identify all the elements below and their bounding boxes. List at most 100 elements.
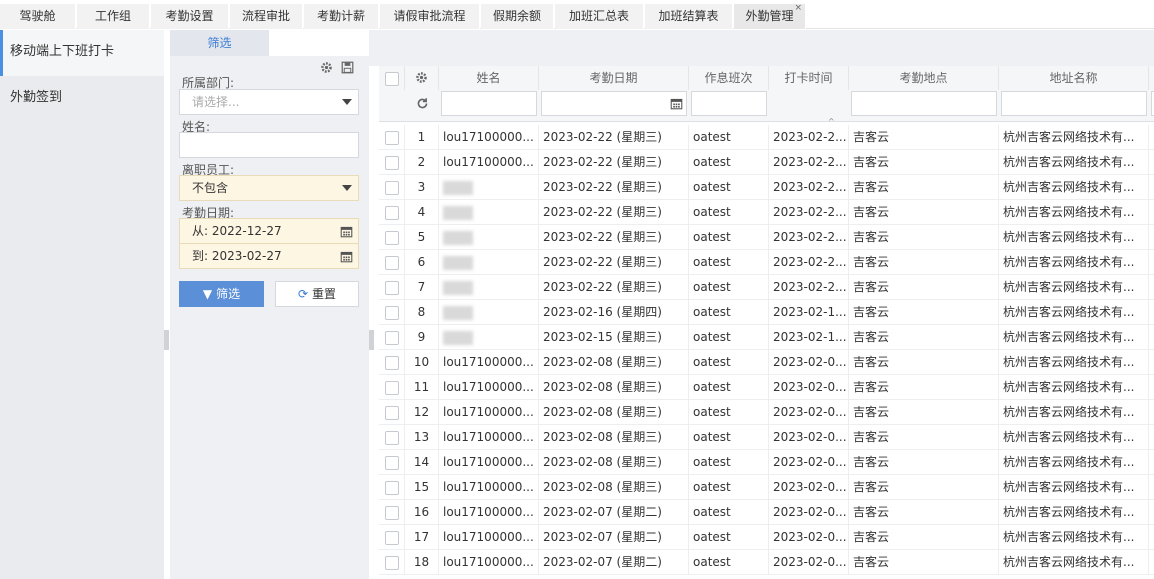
- table-row[interactable]: 7 2023-02-22 (星期三) oatest 2023-02-2... 吉客云 杭州…: [379, 275, 1154, 300]
- table-row[interactable]: 17 lou17100000... 2023-02-07 (星期二) oatest 20…: [379, 525, 1154, 550]
- resigned-select[interactable]: 不包含: [179, 175, 359, 201]
- row-select[interactable]: [379, 300, 405, 325]
- filter-button[interactable]: ▼ 筛选: [179, 281, 264, 307]
- table-row[interactable]: 14 lou17100000... 2023-02-08 (星期三) oatest 20…: [379, 450, 1154, 475]
- close-icon[interactable]: ×: [794, 0, 802, 21]
- row-select[interactable]: [379, 400, 405, 425]
- sidebar-collapse-handle[interactable]: [164, 330, 169, 350]
- table-row[interactable]: 5 2023-02-22 (星期三) oatest 2023-02-2... 吉客云 杭州…: [379, 225, 1154, 250]
- name-field[interactable]: [179, 132, 359, 158]
- row-checkbox[interactable]: [384, 230, 399, 245]
- row-checkbox[interactable]: [384, 555, 399, 570]
- name-filter-input[interactable]: [439, 91, 539, 116]
- tab-process-approval[interactable]: 流程审批: [230, 4, 303, 29]
- sidebar-item-mobile-clock-in[interactable]: 移动端上下班打卡: [0, 30, 164, 76]
- row-checkbox[interactable]: [384, 405, 399, 420]
- tab-workgroup[interactable]: 工作组: [77, 4, 150, 29]
- calendar-icon[interactable]: [340, 244, 353, 271]
- location-filter-input[interactable]: [849, 91, 999, 116]
- row-select[interactable]: [379, 525, 405, 550]
- table-row[interactable]: 15 lou17100000... 2023-02-08 (星期三) oatest 20…: [379, 475, 1154, 500]
- save-icon[interactable]: [341, 61, 354, 77]
- department-select[interactable]: 请选择...: [179, 89, 359, 115]
- tab-overtime-settlement[interactable]: 加班结算表: [645, 4, 733, 29]
- shift-filter-input[interactable]: [689, 91, 769, 116]
- table-row[interactable]: 12 lou17100000... 2023-02-08 (星期三) oatest 20…: [379, 400, 1154, 425]
- row-checkbox[interactable]: [384, 155, 399, 170]
- address-filter-input[interactable]: [999, 91, 1149, 116]
- row-select[interactable]: [379, 500, 405, 525]
- column-header-clock-time[interactable]: 打卡时间: [769, 66, 849, 90]
- tab-attendance-pay[interactable]: 考勤计薪: [304, 4, 379, 29]
- row-select[interactable]: [379, 275, 405, 300]
- table-row[interactable]: 3 2023-02-22 (星期三) oatest 2023-02-2... 吉客云 杭州…: [379, 175, 1154, 200]
- row-checkbox[interactable]: [384, 255, 399, 270]
- row-checkbox[interactable]: [384, 305, 399, 320]
- tab-filter[interactable]: 筛选: [170, 30, 269, 56]
- row-checkbox[interactable]: [384, 430, 399, 445]
- table-row[interactable]: 10 lou17100000... 2023-02-08 (星期三) oatest 20…: [379, 350, 1154, 375]
- table-row[interactable]: 16 lou17100000... 2023-02-07 (星期二) oatest 20…: [379, 500, 1154, 525]
- calendar-icon[interactable]: [670, 97, 683, 113]
- row-select[interactable]: [379, 325, 405, 350]
- row-checkbox[interactable]: [384, 355, 399, 370]
- row-select[interactable]: [379, 425, 405, 450]
- date-to-field[interactable]: 到: 2023-02-27: [179, 243, 359, 269]
- row-select[interactable]: [379, 350, 405, 375]
- reset-button[interactable]: ⟳ 重置: [275, 281, 359, 307]
- refresh-icon[interactable]: [405, 91, 439, 116]
- table-row[interactable]: 6 2023-02-22 (星期三) oatest 2023-02-2... 吉客云 杭州…: [379, 250, 1154, 275]
- row-checkbox[interactable]: [384, 505, 399, 520]
- tab-cockpit[interactable]: 驾驶舱: [0, 4, 76, 29]
- column-header-name[interactable]: 姓名: [439, 66, 539, 90]
- table-row[interactable]: 18 lou17100000... 2023-02-07 (星期二) oatest 20…: [379, 550, 1154, 575]
- date-filter-input[interactable]: [539, 91, 689, 116]
- column-header-date[interactable]: 考勤日期: [539, 66, 689, 90]
- row-checkbox[interactable]: [384, 380, 399, 395]
- column-header-shift[interactable]: 作息班次: [689, 66, 769, 90]
- gear-icon[interactable]: [320, 61, 333, 77]
- table-row[interactable]: 2 lou17100000... 2023-02-22 (星期三) oatest 202…: [379, 150, 1154, 175]
- table-row[interactable]: 8 2023-02-16 (星期四) oatest 2023-02-1... 吉客云 杭州…: [379, 300, 1154, 325]
- row-checkbox[interactable]: [384, 480, 399, 495]
- row-checkbox[interactable]: [384, 455, 399, 470]
- column-header-location[interactable]: 考勤地点: [849, 66, 999, 90]
- tab-field-management[interactable]: 外勤管理 ×: [734, 3, 806, 29]
- row-select[interactable]: [379, 200, 405, 225]
- row-checkbox[interactable]: [384, 205, 399, 220]
- row-select[interactable]: [379, 175, 405, 200]
- row-select[interactable]: [379, 550, 405, 575]
- gear-icon[interactable]: [405, 66, 439, 90]
- table-row[interactable]: 11 lou17100000... 2023-02-08 (星期三) oatest 20…: [379, 375, 1154, 400]
- sidebar-item-field-sign-in[interactable]: 外勤签到: [0, 76, 164, 122]
- select-all-checkbox[interactable]: [384, 71, 399, 86]
- row-select[interactable]: [379, 225, 405, 250]
- table-row[interactable]: 9 2023-02-15 (星期三) oatest 2023-02-1... 吉客云 杭州…: [379, 325, 1154, 350]
- row-checkbox[interactable]: [384, 180, 399, 195]
- table-row[interactable]: 1 lou17100000... 2023-02-22 (星期三) oatest 202…: [379, 125, 1154, 150]
- row-select[interactable]: [379, 375, 405, 400]
- row-select[interactable]: [379, 250, 405, 275]
- row-select[interactable]: [379, 125, 405, 150]
- extra-filter-input[interactable]: [1149, 91, 1154, 116]
- table-row[interactable]: 4 2023-02-22 (星期三) oatest 2023-02-2... 吉客云 杭州…: [379, 200, 1154, 225]
- row-checkbox[interactable]: [384, 130, 399, 145]
- date-from-field[interactable]: 从: 2022-12-27: [179, 218, 359, 244]
- row-select[interactable]: [379, 475, 405, 500]
- column-header-address[interactable]: 地址名称: [999, 66, 1149, 90]
- tab-leave-approval[interactable]: 请假审批流程: [380, 4, 480, 29]
- row-checkbox[interactable]: [384, 280, 399, 295]
- cell-date: 2023-02-07 (星期二): [539, 525, 689, 550]
- row-select[interactable]: [379, 450, 405, 475]
- table-row[interactable]: 13 lou17100000... 2023-02-08 (星期三) oatest 20…: [379, 425, 1154, 450]
- tab-leave-balance[interactable]: 假期余额: [481, 4, 554, 29]
- tab-overtime-summary[interactable]: 加班汇总表: [555, 4, 644, 29]
- cell-location: 吉客云: [849, 250, 999, 275]
- header-select-all[interactable]: [379, 66, 405, 90]
- filter-collapse-handle[interactable]: [369, 330, 374, 350]
- row-checkbox[interactable]: [384, 530, 399, 545]
- calendar-icon[interactable]: [340, 219, 353, 246]
- row-checkbox[interactable]: [384, 330, 399, 345]
- row-select[interactable]: [379, 150, 405, 175]
- tab-attendance-settings[interactable]: 考勤设置: [151, 4, 229, 29]
